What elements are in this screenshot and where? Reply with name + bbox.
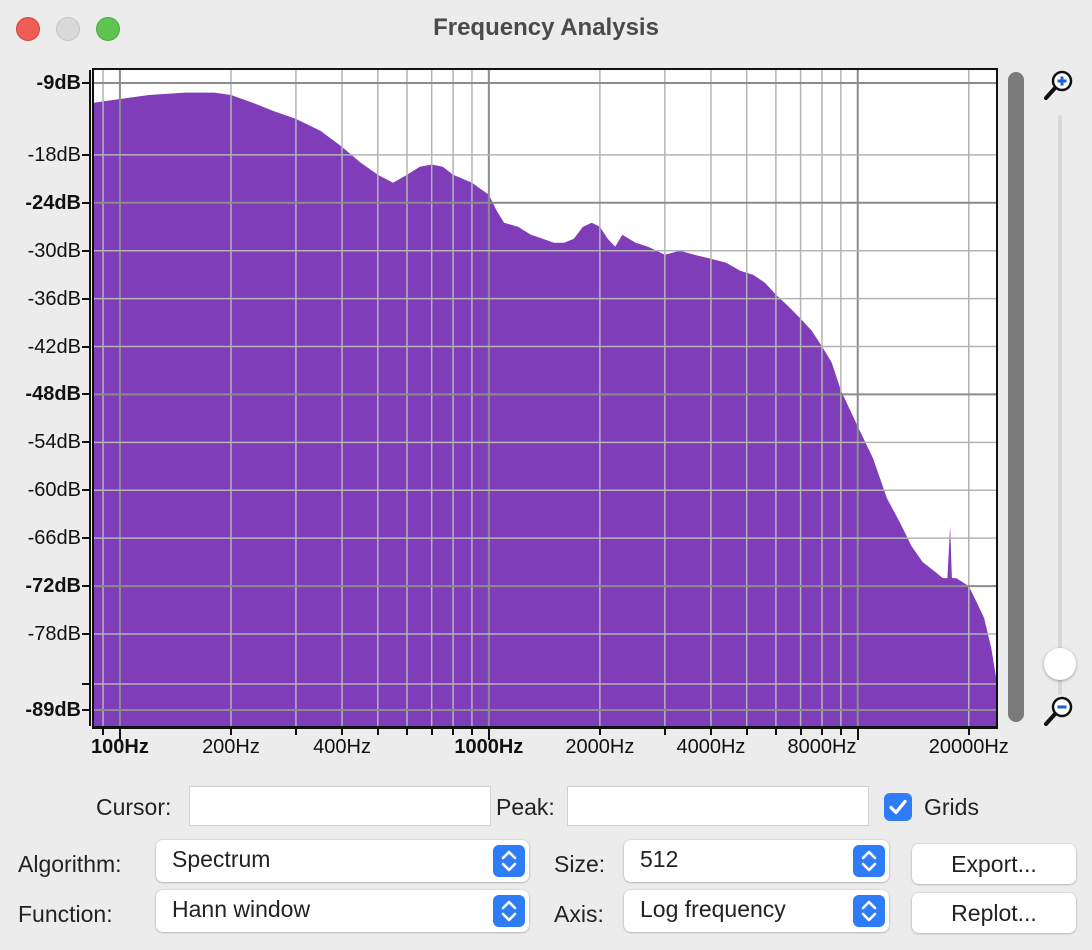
up-down-chevron-icon	[493, 845, 525, 877]
x-axis-tick	[799, 728, 802, 735]
y-axis-label: -30dB	[27, 239, 81, 262]
x-axis-tick	[967, 728, 970, 735]
peak-label: Peak:	[496, 794, 555, 820]
x-axis-tick	[663, 728, 666, 735]
x-axis-line	[92, 727, 998, 729]
up-down-chevron-icon	[853, 845, 885, 877]
function-label: Function:	[18, 901, 113, 927]
x-axis-label: 4000Hz	[676, 736, 746, 758]
x-axis-tick	[820, 728, 823, 735]
y-axis-label: -72dB	[25, 575, 81, 598]
grids-label: Grids	[924, 794, 979, 820]
y-axis-label: -18dB	[27, 143, 81, 166]
x-axis-tick	[102, 728, 105, 735]
y-axis-label: -66dB	[27, 527, 81, 550]
y-axis-label: -60dB	[27, 479, 81, 502]
spectrum-plot[interactable]	[92, 68, 998, 728]
up-down-chevron-icon	[493, 895, 525, 927]
function-value: Hann window	[172, 896, 311, 922]
size-value: 512	[640, 846, 679, 872]
x-axis-tick	[118, 728, 121, 740]
algorithm-select[interactable]: Spectrum	[156, 840, 529, 882]
y-axis-label: -42dB	[27, 335, 81, 358]
x-axis-tick	[405, 728, 408, 735]
x-axis-tick	[470, 728, 473, 735]
peak-field[interactable]	[567, 786, 869, 826]
zoom-slider-track[interactable]	[1058, 115, 1062, 695]
cursor-label: Cursor:	[96, 794, 172, 820]
zoom-out-icon[interactable]	[1042, 694, 1076, 728]
algorithm-label: Algorithm:	[18, 851, 122, 877]
x-axis-tick	[709, 728, 712, 735]
x-axis-tick	[774, 728, 777, 735]
y-axis-label: -48dB	[25, 383, 81, 406]
size-select[interactable]: 512	[624, 840, 889, 882]
x-axis-label: 20000Hz	[928, 736, 1009, 758]
zoom-in-icon[interactable]	[1042, 68, 1076, 102]
window-title: Frequency Analysis	[433, 14, 659, 41]
y-axis-label: -9dB	[36, 72, 81, 94]
x-axis-tick	[452, 728, 455, 735]
y-axis-line	[89, 70, 91, 726]
x-axis-tick	[745, 728, 748, 735]
x-axis-tick	[229, 728, 232, 735]
x-axis-tick	[598, 728, 601, 735]
x-axis-tick	[430, 728, 433, 735]
size-label: Size:	[554, 851, 606, 877]
checkmark-icon	[889, 799, 907, 815]
x-axis-tick	[839, 728, 842, 735]
up-down-chevron-icon	[853, 895, 885, 927]
axis-select[interactable]: Log frequency	[624, 890, 889, 932]
cursor-field[interactable]	[189, 786, 491, 826]
vertical-scrollbar[interactable]	[1008, 72, 1024, 722]
x-axis-tick	[294, 728, 297, 735]
x-axis-label: 2000Hz	[565, 736, 635, 758]
axis-label: Axis:	[554, 901, 604, 927]
x-axis-label: 8000Hz	[787, 736, 857, 758]
x-axis-tick	[487, 728, 490, 740]
title-bar: Frequency Analysis	[0, 0, 1092, 58]
axis-value: Log frequency	[640, 896, 786, 922]
replot-button[interactable]: Replot...	[912, 893, 1076, 933]
x-axis-tick	[856, 728, 859, 740]
y-axis-label: -36dB	[27, 287, 81, 310]
zoom-slider-knob[interactable]	[1044, 648, 1076, 680]
grids-checkbox[interactable]	[884, 793, 912, 821]
x-axis-tick	[376, 728, 379, 735]
y-axis-label: -24dB	[25, 191, 81, 214]
x-axis-label: 200Hz	[202, 736, 260, 758]
y-axis-label: -78dB	[27, 623, 81, 645]
x-axis-label: 400Hz	[313, 736, 371, 758]
algorithm-value: Spectrum	[172, 846, 271, 872]
y-axis-label: -89dB	[25, 699, 81, 721]
x-axis-tick	[341, 728, 344, 735]
y-axis-label: -54dB	[27, 431, 81, 454]
function-select[interactable]: Hann window	[156, 890, 529, 932]
export-button[interactable]: Export...	[912, 844, 1076, 884]
